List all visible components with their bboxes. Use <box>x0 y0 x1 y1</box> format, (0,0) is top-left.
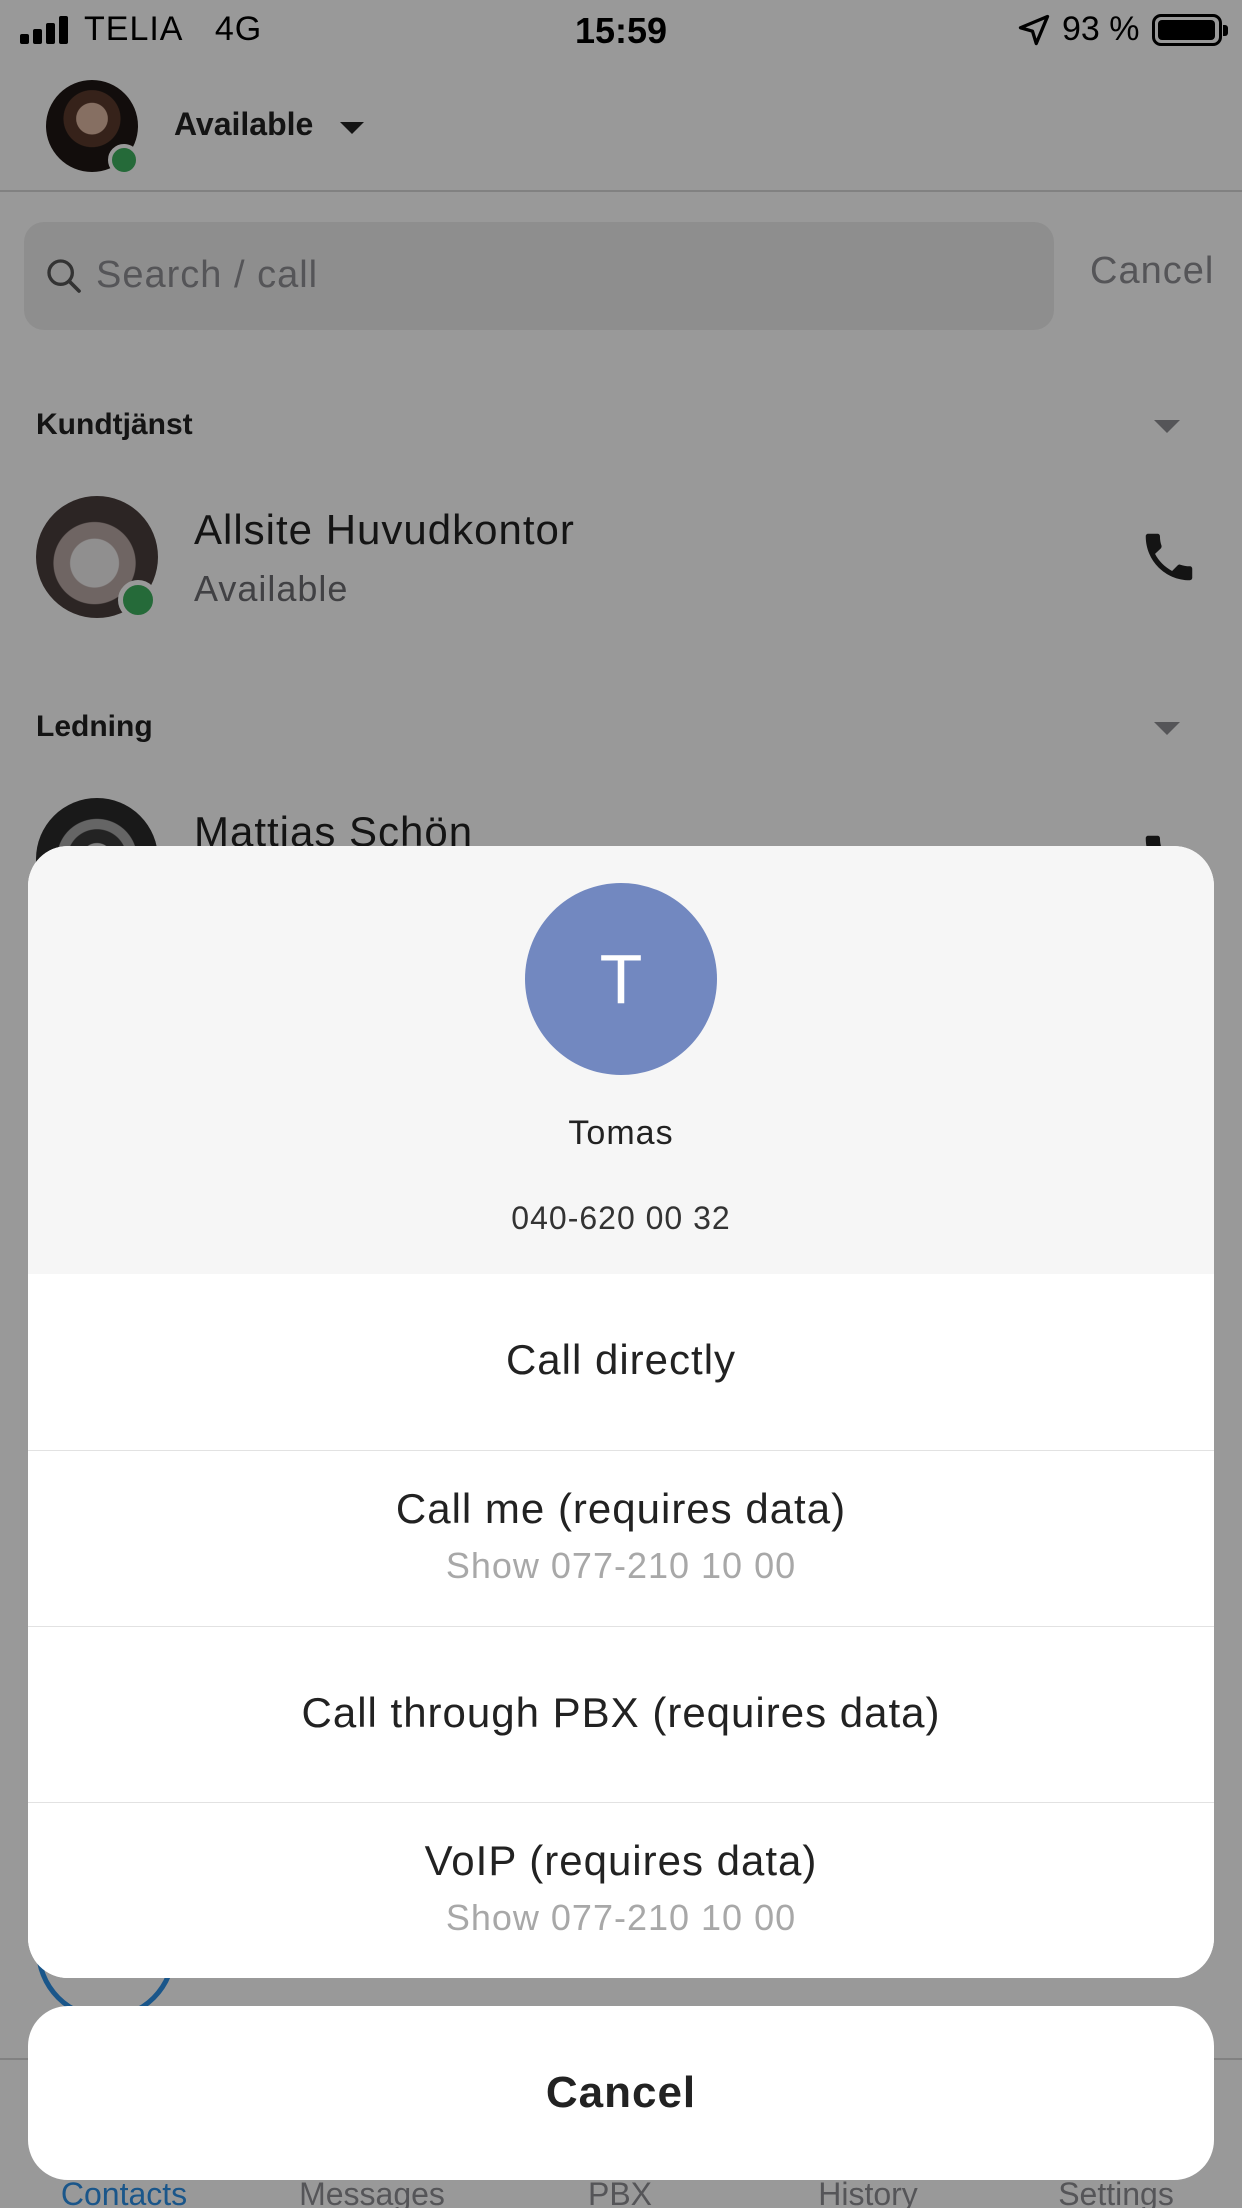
voip-option[interactable]: VoIP (requires data) Show 077-210 10 00 <box>28 1802 1214 1978</box>
sheet-contact-number: 040-620 00 32 <box>511 1200 731 1236</box>
cancel-label: Cancel <box>545 2068 697 2117</box>
option-label: VoIP (requires data) <box>424 1837 818 1884</box>
option-sublabel: Show 077-210 10 00 <box>445 1897 797 1938</box>
sheet-cancel-button[interactable]: Cancel <box>28 2006 1214 2180</box>
option-sublabel: Show 077-210 10 00 <box>445 1545 797 1586</box>
option-label: Call through PBX (requires data) <box>301 1689 941 1736</box>
option-label: Call directly <box>505 1336 737 1383</box>
call-me-option[interactable]: Call me (requires data) Show 077-210 10 … <box>28 1450 1214 1626</box>
call-options-sheet: T Tomas 040-620 00 32 Call directly Call… <box>28 846 1214 1978</box>
sheet-header: T Tomas 040-620 00 32 <box>28 846 1214 1274</box>
contact-initial-avatar: T <box>525 883 717 1075</box>
call-through-pbx-option[interactable]: Call through PBX (requires data) <box>28 1626 1214 1802</box>
option-label: Call me (requires data) <box>395 1485 847 1532</box>
sheet-contact-name: Tomas <box>568 1114 674 1152</box>
call-directly-option[interactable]: Call directly <box>28 1274 1214 1450</box>
